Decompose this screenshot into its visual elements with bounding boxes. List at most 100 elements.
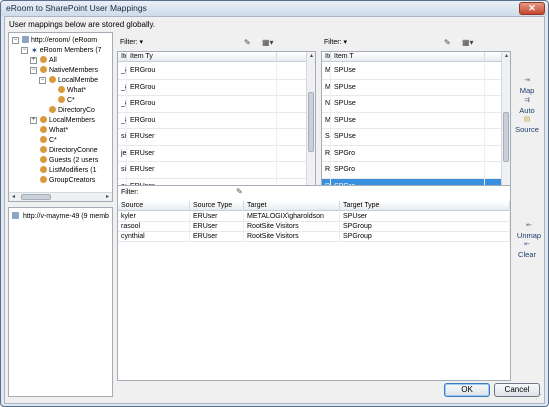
source-tree-item[interactable]: What* <box>48 86 86 95</box>
column-header[interactable]: Item T <box>331 52 485 62</box>
table-row[interactable]: jeremydERUser <box>118 145 307 162</box>
column-header[interactable]: Item <box>322 52 331 62</box>
unmap-icon: ⇤ <box>526 222 532 229</box>
cancel-button[interactable]: Cancel <box>494 383 540 397</box>
table-cell: RootSite Owners <box>322 162 331 179</box>
table-cell: METALOGIX\seanm <box>322 112 331 129</box>
source-tree-item[interactable]: + LocalMembers <box>30 116 95 125</box>
source-tree-item[interactable]: C* <box>30 136 57 145</box>
source-filter-bar[interactable]: Filter: ▾ <box>120 37 143 49</box>
source-tree-item[interactable]: − http://eroom/ (eRoom <box>12 36 97 45</box>
table-cell: SPUse <box>331 63 485 80</box>
tree-expander-icon[interactable]: − <box>12 37 19 44</box>
scroll-up-icon[interactable]: ▴ <box>307 52 315 61</box>
group-icon <box>40 116 47 123</box>
group-icon <box>40 56 47 63</box>
target-items-vscrollbar[interactable]: ▴ ▾ <box>501 52 510 199</box>
table-cell: SPUse <box>331 79 485 96</box>
source-tree-item[interactable]: + All <box>30 56 57 65</box>
source-tree-item-label: eRoom Members (7 <box>39 47 102 54</box>
tree-expander-icon[interactable]: − <box>39 77 46 84</box>
source-tree-item-label: What* <box>49 127 69 134</box>
tree-expander-icon[interactable]: − <box>21 47 28 54</box>
resize-grip-icon[interactable]: ⋰ <box>535 393 542 401</box>
table-row[interactable]: _{D1908E8B-0B43-4E1F-95D6-E966616050BB}.… <box>118 96 307 113</box>
auto-map-icon: ⇉ <box>524 97 530 104</box>
source-tree-item[interactable]: DirectoryConne <box>30 146 98 155</box>
table-row[interactable]: _{D1908E8B-0B43-4E1F-95D6-E966616050BB}.… <box>118 79 307 96</box>
table-row[interactable]: rasool ERUser RootSite Visitors SPGroup <box>118 222 510 232</box>
filter-dropdown-icon[interactable]: ▾ <box>343 39 347 46</box>
column-header[interactable]: Item Ty <box>127 52 277 62</box>
close-button[interactable]: ✕ <box>519 2 545 15</box>
target-tree-item[interactable]: http://v-mayme-49 (9 memb <box>12 212 109 221</box>
table-cell: SPGroup <box>340 232 510 242</box>
auto-button[interactable]: ⇉ Auto <box>514 97 540 115</box>
table-cell: RootSite Visitors <box>244 232 340 242</box>
scroll-right-icon[interactable]: ▸ <box>103 193 112 201</box>
unmap-button[interactable]: ⇤ Unmap <box>514 222 544 240</box>
view-options-icon[interactable]: ▦▾ <box>262 38 274 47</box>
source-tree-item[interactable]: Guests (2 users <box>30 156 98 165</box>
table-cell: SPUse <box>331 112 485 129</box>
column-header[interactable]: Item <box>118 52 127 62</box>
tree-expander-icon[interactable]: − <box>30 67 37 74</box>
map-button[interactable]: ⇥ Map <box>514 77 540 95</box>
source-button[interactable]: ▤ Source <box>512 116 542 134</box>
edit-filter-icon[interactable]: ✎ <box>236 187 243 196</box>
source-tree-item[interactable]: ListModifiers (1 <box>30 166 96 175</box>
table-cell: METALOGIX\billw <box>322 63 331 80</box>
scroll-thumb[interactable] <box>21 194 51 200</box>
clear-button-label: Clear <box>518 250 536 259</box>
target-filter-bar[interactable]: Filter: ▾ <box>324 37 347 49</box>
table-row[interactable]: RootSite MembersSPGro <box>322 145 502 162</box>
mappings-filter-bar[interactable]: Filter: <box>121 187 139 199</box>
edit-filter-icon[interactable]: ✎ <box>444 38 451 47</box>
column-header[interactable]: Target Type <box>340 201 510 211</box>
table-row[interactable]: SHAREPOINT\systemSPUse <box>322 129 502 146</box>
table-row[interactable]: siteadminERUser <box>118 129 307 146</box>
scroll-thumb[interactable] <box>308 92 314 152</box>
table-cell: ERGrou <box>127 96 277 113</box>
table-row[interactable]: cynthial ERUser RootSite Visitors SPGroup <box>118 232 510 242</box>
group-icon <box>49 106 56 113</box>
table-row[interactable]: simonhERUser <box>118 162 307 179</box>
filter-dropdown-icon[interactable]: ▾ <box>139 39 143 46</box>
ok-button[interactable]: OK <box>444 383 490 397</box>
group-icon <box>58 86 65 93</box>
table-row[interactable]: METALOGIX\billwSPUse <box>322 63 502 80</box>
source-tree-item[interactable]: − NativeMembers <box>30 66 98 75</box>
clear-button[interactable]: ⇤ Clear <box>514 241 540 259</box>
target-filter-label: Filter: <box>324 39 342 46</box>
table-row[interactable]: _{D1908E8B-0B43-4E1F-95D6-E966616050BB}.… <box>118 63 307 80</box>
table-row[interactable]: kyler ERUser METALOGIX\gharoldson SPUser <box>118 212 510 222</box>
source-tree-item[interactable]: C* <box>48 96 75 105</box>
source-tree-item-label: DirectoryConne <box>49 147 98 154</box>
column-header[interactable]: Source Type <box>190 201 244 211</box>
column-header[interactable]: Target <box>244 201 340 211</box>
source-tree-item[interactable]: GroupCreators <box>30 176 95 185</box>
scroll-left-icon[interactable]: ◂ <box>9 193 18 201</box>
edit-filter-icon[interactable]: ✎ <box>244 38 251 47</box>
source-tree-item[interactable]: − ✶ eRoom Members (7 <box>21 46 102 55</box>
source-tree-item[interactable]: DirectoryCo <box>39 106 95 115</box>
scroll-thumb[interactable] <box>503 112 509 162</box>
table-row[interactable]: NT AUTHORITY\local serviceSPUse <box>322 96 502 113</box>
server-icon <box>12 212 19 219</box>
table-cell: _{D1908E8B-0B43-4E1F-95D6-E966616050BB}.… <box>118 63 127 80</box>
table-row[interactable]: METALOGIX\gharoldsonSPUse <box>322 79 502 96</box>
table-row[interactable]: RootSite OwnersSPGro <box>322 162 502 179</box>
tree-expander-icon[interactable]: + <box>30 57 37 64</box>
target-items-grid-frame: ItemItem TMETALOGIX\billwSPUseMETALOGIX\… <box>321 51 511 200</box>
target-items-panel: Filter: ▾ ✎ ▦▾ ItemItem TMETALOGIX\billw… <box>321 35 511 200</box>
table-row[interactable]: _{D1908E8B-0B43-4E1F-95D6-E966616050BB}.… <box>118 112 307 129</box>
source-tree-item[interactable]: What* <box>30 126 68 135</box>
source-tree-hscrollbar[interactable]: ◂ ▸ <box>9 192 112 201</box>
source-items-vscrollbar[interactable]: ▴ ▾ <box>306 52 315 199</box>
tree-expander-icon[interactable]: + <box>30 117 37 124</box>
view-options-icon[interactable]: ▦▾ <box>462 38 474 47</box>
column-header[interactable]: Source <box>118 201 190 211</box>
source-tree-item[interactable]: − LocalMembe <box>39 76 98 85</box>
scroll-up-icon[interactable]: ▴ <box>502 52 510 61</box>
table-row[interactable]: METALOGIX\seanmSPUse <box>322 112 502 129</box>
